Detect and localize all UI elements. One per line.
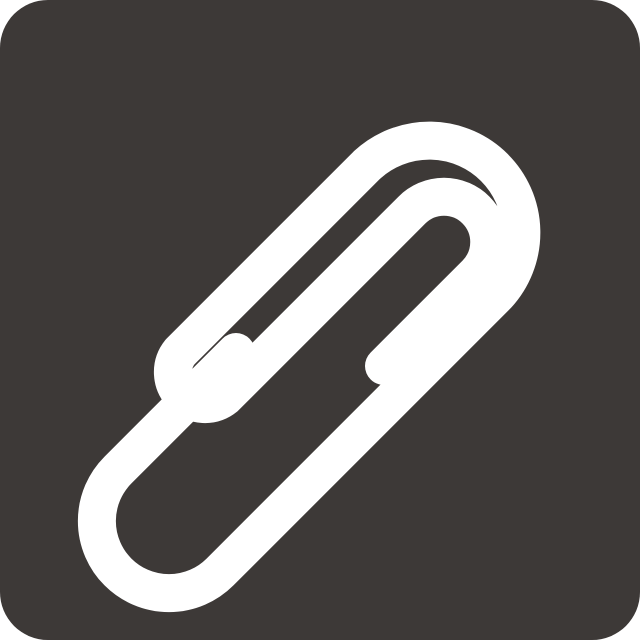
paperclip-icon: [77, 121, 541, 613]
attachment-app-icon[interactable]: [0, 0, 640, 640]
paperclip-glyph: [77, 121, 541, 613]
